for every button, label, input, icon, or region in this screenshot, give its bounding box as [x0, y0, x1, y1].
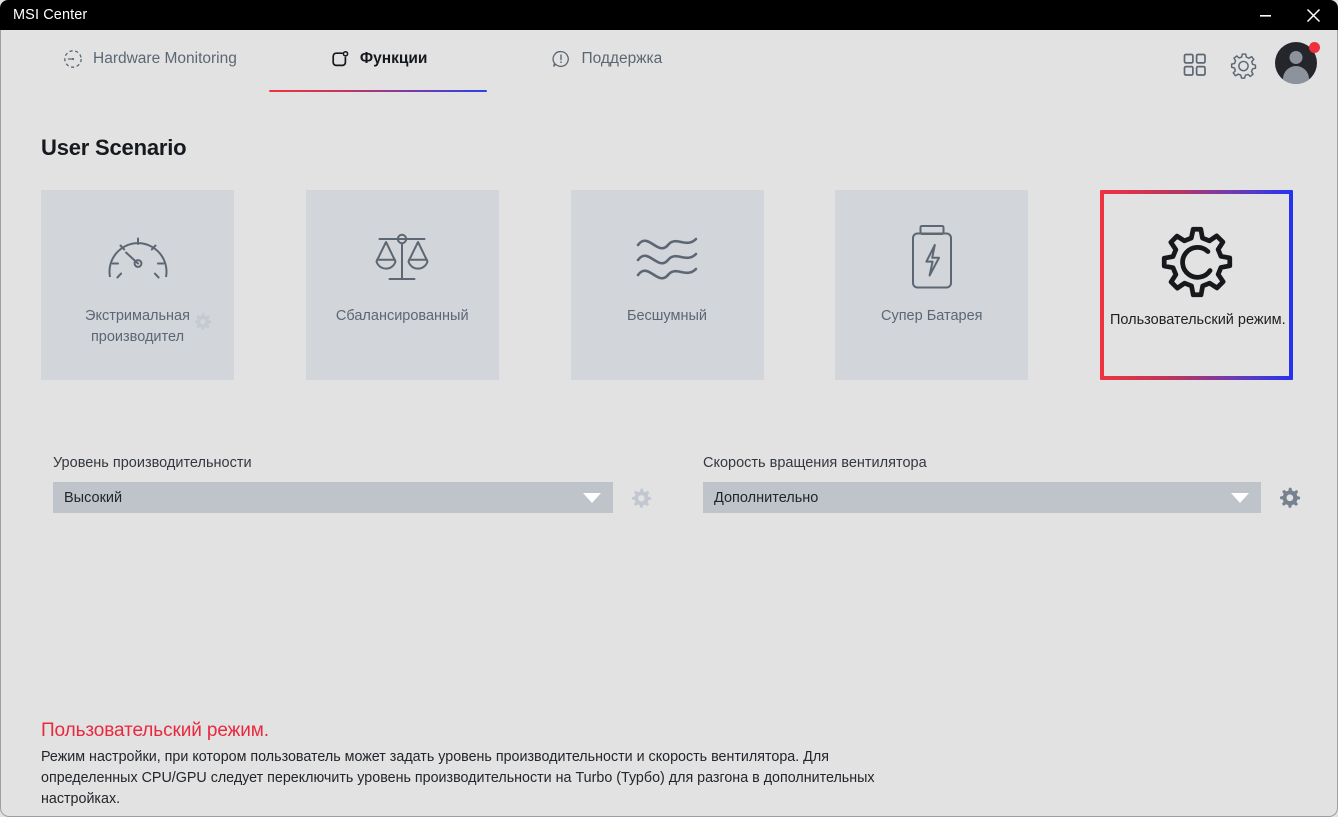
scenario-card-label: Экстримальная производител [85, 308, 190, 345]
window-body: Hardware Monitoring Функции Поддержка Us… [0, 30, 1338, 817]
fan-speed-label: Скорость вращения вентилятора [703, 455, 927, 471]
tab-label-support: Поддержка [581, 50, 663, 67]
nav-actions [1171, 42, 1321, 88]
window-title: MSI Center [13, 7, 88, 23]
chevron-down-icon [1231, 492, 1249, 503]
scenario-card-label: Супер Батарея [880, 308, 983, 324]
fan-speed-row: Дополнительно [703, 482, 1301, 513]
waves-icon [630, 220, 704, 296]
support-bubble-icon [551, 49, 571, 69]
gear-icon [1230, 52, 1256, 79]
active-tab-underline [268, 90, 488, 92]
apps-grid-icon [1183, 53, 1206, 76]
tab-features[interactable]: Функции [267, 30, 490, 92]
scenario-card-super-battery[interactable]: Супер Батарея [835, 190, 1029, 380]
performance-level-label: Уровень производительности [53, 455, 252, 471]
scenario-card-label: Сбалансированный [335, 308, 469, 324]
gear-icon [632, 488, 652, 508]
card-gear-icon[interactable] [193, 312, 212, 336]
navbar: Hardware Monitoring Функции Поддержка [1, 30, 1337, 100]
scales-balance-icon [365, 220, 439, 296]
titlebar: MSI Center [0, 0, 1338, 30]
scenario-card-label: Бесшумный [626, 308, 708, 324]
battery-bolt-icon [901, 220, 963, 296]
fan-speed-select[interactable]: Дополнительно [703, 482, 1261, 513]
tab-label-features: Функции [359, 50, 428, 67]
tab-hardware-monitoring[interactable]: Hardware Monitoring [1, 30, 267, 78]
gauge-dashed-icon [63, 49, 83, 69]
scenario-card-silent[interactable]: Бесшумный [570, 190, 764, 380]
notification-dot [1309, 42, 1320, 53]
fan-speed-group: Скорость вращения вентилятора Дополнител… [703, 455, 1301, 513]
scenario-description: Пользовательский режим. Режим настройки,… [41, 720, 941, 810]
gear-outline-icon [1159, 224, 1235, 300]
chevron-down-icon [583, 492, 601, 503]
scenario-description-title: Пользовательский режим. [41, 720, 269, 741]
user-scenario-cards: Экстримальная производител Сбалансирован… [41, 190, 1293, 380]
page-title: User Scenario [41, 135, 187, 160]
speedometer-icon [101, 220, 175, 296]
scenario-card-label: Пользовательский режим. [1110, 312, 1286, 328]
tab-support[interactable]: Поддержка [489, 30, 692, 78]
avatar-head [1289, 51, 1303, 64]
minimize-button[interactable] [1242, 0, 1288, 30]
settings-button[interactable] [1219, 42, 1267, 88]
apps-grid-button[interactable] [1171, 42, 1219, 88]
tab-bar: Hardware Monitoring Функции Поддержка [1, 30, 692, 92]
scenario-card-user-mode[interactable]: Пользовательский режим. [1100, 190, 1293, 380]
fan-speed-settings-button[interactable] [1277, 486, 1301, 510]
performance-level-group: Уровень производительности Высокий [53, 455, 653, 513]
tab-label-hardware-monitoring: Hardware Monitoring [93, 50, 237, 67]
scenario-description-text: Режим настройки, при котором пользовател… [41, 749, 875, 807]
close-button[interactable] [1288, 0, 1338, 30]
avatar-button[interactable] [1275, 42, 1321, 88]
scenario-card-balanced[interactable]: Сбалансированный [305, 190, 499, 380]
performance-level-row: Высокий [53, 482, 653, 513]
fan-speed-value: Дополнительно [714, 489, 819, 506]
performance-level-settings-button[interactable] [629, 486, 653, 510]
gear-icon [1279, 487, 1300, 508]
msi-center-window: MSI Center Hardware Monitoring Функции П… [0, 0, 1338, 817]
features-icon [329, 49, 350, 70]
performance-level-value: Высокий [64, 489, 123, 506]
close-icon [1306, 8, 1320, 22]
avatar-body [1283, 66, 1309, 84]
performance-level-select[interactable]: Высокий [53, 482, 613, 513]
scenario-controls: Уровень производительности Высокий Скоро… [53, 455, 1300, 513]
scenario-card-extreme-performance[interactable]: Экстримальная производител [41, 190, 234, 380]
minimize-icon [1259, 14, 1271, 17]
